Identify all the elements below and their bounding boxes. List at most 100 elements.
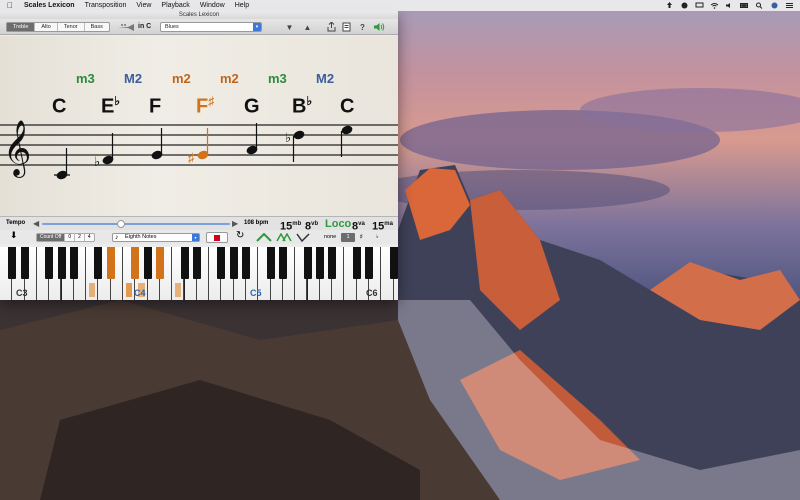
menu-app-name[interactable]: Scales Lexicon [19, 0, 80, 11]
note-c5 [340, 125, 353, 157]
piano-black-key[interactable] [155, 247, 164, 279]
tempo-label: Tempo [6, 220, 26, 226]
staff-lines: 𝄞 ♭ ♯ ♭ [0, 120, 398, 180]
piano-black-key[interactable] [131, 247, 140, 279]
accidental-value[interactable]: 1 [341, 233, 355, 242]
window-title: Scales Lexicon [0, 11, 398, 19]
piano-black-key[interactable] [57, 247, 66, 279]
piano-black-key[interactable] [8, 247, 17, 279]
help-button[interactable]: ? [357, 22, 368, 33]
tempo-decrease-button[interactable]: ◀ [33, 219, 39, 228]
piano-black-key[interactable] [217, 247, 226, 279]
menu-view[interactable]: View [131, 0, 156, 11]
piano-black-key[interactable] [315, 247, 324, 279]
scales-lexicon-window: Scales Lexicon Treble Alto Tenor Bass in… [0, 11, 398, 300]
clef-bass-option[interactable]: Bass [85, 23, 109, 31]
piano-black-key[interactable] [303, 247, 312, 279]
print-button[interactable] [341, 22, 352, 33]
interval-label: m3 [76, 71, 95, 86]
count-off-4[interactable]: 4 [85, 234, 94, 241]
count-off-0[interactable]: 0 [65, 234, 76, 241]
search-icon[interactable] [755, 2, 764, 9]
piano-black-key[interactable] [45, 247, 54, 279]
asc-desc-icon[interactable] [276, 233, 292, 242]
ascending-icon[interactable] [256, 233, 272, 242]
note-value: Eighth Notes [125, 234, 157, 240]
note-name: B♭ [292, 94, 313, 118]
share-icon [327, 21, 336, 32]
piano-black-key[interactable] [192, 247, 201, 279]
piano-black-key[interactable] [143, 247, 152, 279]
transpose-up-button[interactable]: ▲ [302, 22, 313, 33]
arrow-down-icon[interactable]: ⬇ [10, 231, 18, 240]
menu-help[interactable]: Help [230, 0, 254, 11]
transpose-down-button[interactable]: ▼ [284, 22, 295, 33]
count-off-label[interactable]: Count Off [37, 234, 66, 241]
menu-playback[interactable]: Playback [156, 0, 194, 11]
piano-black-key[interactable] [229, 247, 238, 279]
piano-black-key[interactable] [242, 247, 250, 279]
sound-button[interactable] [373, 22, 385, 33]
loop-icon[interactable]: ↻ [236, 231, 244, 241]
notification-center-icon[interactable] [785, 2, 794, 9]
scale-select[interactable]: Blues ▾ [160, 22, 262, 32]
piano-black-key[interactable] [352, 247, 361, 279]
user-icon[interactable] [770, 2, 779, 9]
scale-key-highlight [126, 283, 133, 297]
interval-label: M2 [316, 71, 335, 86]
octave-label: C6 [366, 288, 378, 298]
piano-black-key[interactable] [328, 247, 337, 279]
scale-value: Blues [165, 24, 179, 30]
note-name: F [149, 95, 162, 118]
conduct-icon[interactable] [296, 233, 310, 242]
piano-black-key[interactable] [389, 247, 398, 279]
share-button[interactable] [326, 21, 337, 33]
octave-loco-button[interactable]: Loco [325, 217, 351, 231]
piano-black-key[interactable] [106, 247, 115, 279]
staff-score: 𝄞 ♭ ♯ ♭ m3 M2 m2 m2 m3 M2 C E♭ F F♯ G B♭… [0, 36, 398, 216]
svg-text:♭: ♭ [285, 130, 291, 145]
piano-black-key[interactable] [365, 247, 373, 279]
note-eflat4: ♭ [94, 133, 114, 169]
tempo-slider-thumb[interactable] [116, 220, 125, 228]
wifi-icon[interactable] [710, 2, 719, 9]
piano-keyboard: C3 C4 C5 C6 [0, 247, 398, 300]
display-icon[interactable] [695, 2, 704, 9]
upload-icon[interactable] [665, 2, 674, 9]
octave-label: C3 [16, 288, 28, 298]
clef-alto-option[interactable]: Alto [35, 23, 58, 31]
piano-black-key[interactable] [94, 247, 103, 279]
tempo-bar: Tempo ◀ ▶ 108 bpm 15mb 8vb Loco 8va 15ma [0, 216, 398, 233]
clef-tenor-option[interactable]: Tenor [58, 23, 85, 31]
note-c4 [54, 148, 70, 180]
flat-icon[interactable]: ♭ [376, 233, 379, 242]
document-icon [342, 22, 351, 32]
piano-black-key[interactable] [20, 247, 29, 279]
stop-button[interactable] [206, 232, 228, 243]
record-icon[interactable] [680, 2, 689, 9]
instrument-key-label[interactable]: in C [118, 22, 151, 32]
menu-window[interactable]: Window [195, 0, 230, 11]
note-name-highlighted: F♯ [196, 94, 215, 118]
apple-icon[interactable]:  [0, 0, 19, 11]
tempo-slider[interactable] [42, 220, 230, 228]
piano-black-key[interactable] [69, 247, 78, 279]
tempo-increase-button[interactable]: ▶ [232, 219, 238, 228]
clef-treble-option[interactable]: Treble [7, 23, 36, 31]
piano-black-key[interactable] [180, 247, 189, 279]
volume-icon[interactable] [725, 2, 734, 9]
battery-icon[interactable] [740, 2, 749, 9]
scale-key-highlight [175, 283, 182, 297]
piano-black-key[interactable] [278, 247, 287, 279]
count-off-2[interactable]: 2 [75, 234, 85, 241]
interval-label: m2 [172, 71, 191, 86]
piano-black-key[interactable] [266, 247, 275, 279]
count-off-selector: Count Off 0 2 4 [36, 233, 95, 242]
toolbar: Treble Alto Tenor Bass in C Blues ▾ ▼ ▲ … [0, 19, 398, 35]
interval-label: m2 [220, 71, 239, 86]
note-value-select[interactable]: ♪ Eighth Notes ▾ [112, 233, 200, 242]
key-text: in C [138, 23, 152, 30]
menu-transposition[interactable]: Transposition [80, 0, 132, 11]
sharp-icon[interactable]: ♯ [360, 233, 363, 242]
note-f4 [151, 128, 163, 160]
